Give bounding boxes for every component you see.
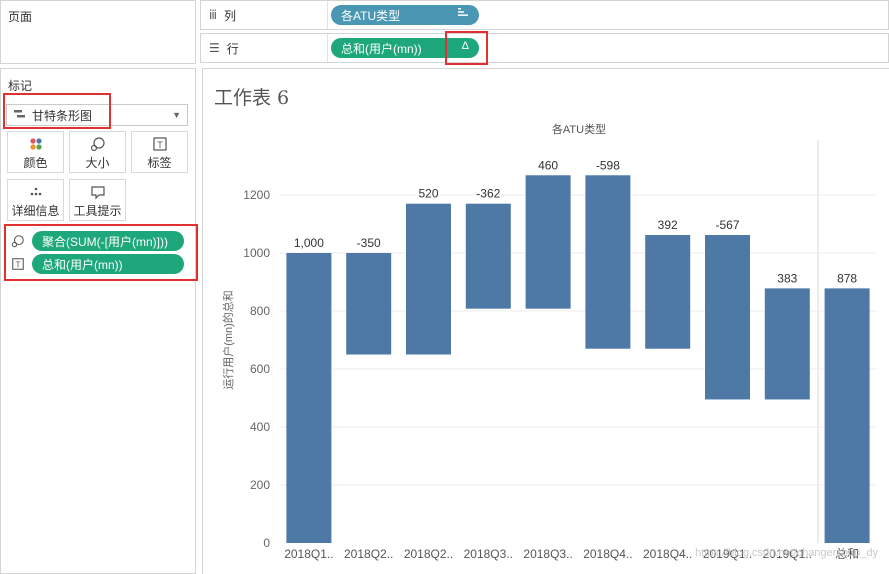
data-label: 520: [418, 187, 438, 201]
bar[interactable]: [286, 253, 332, 543]
waterfall-chart: 各ATU类型 运行用户(mn)的总和 0 200 400 600 800 1000 1200…: [221, 122, 878, 561]
bar[interactable]: [705, 235, 750, 400]
data-label: -598: [596, 158, 620, 172]
bar[interactable]: [824, 288, 870, 543]
chart-title: 各ATU类型: [552, 122, 606, 136]
y-axis-label: 运行用户(mn)的总和: [221, 290, 235, 390]
x-tick-label: 2018Q2..: [344, 547, 393, 561]
data-label: -350: [357, 236, 381, 250]
bar[interactable]: [465, 203, 511, 309]
bar[interactable]: [406, 203, 451, 355]
y-tick-label: 400: [250, 420, 270, 434]
data-label: 878: [837, 271, 857, 285]
x-tick-label: 2018Q2..: [404, 547, 453, 561]
bar[interactable]: [346, 253, 392, 355]
data-label: 383: [777, 271, 797, 285]
y-tick-label: 1000: [243, 246, 270, 260]
bar[interactable]: [585, 175, 631, 349]
data-label: 1,000: [294, 236, 324, 250]
x-tick-label: 2018Q4..: [643, 547, 692, 561]
y-tick-label: 800: [250, 304, 270, 318]
bar[interactable]: [525, 175, 571, 309]
data-label: 460: [538, 158, 558, 172]
y-tick-label: 600: [250, 362, 270, 376]
watermark: https://blog.csdn.net/changerzhuo_dy: [695, 547, 878, 559]
y-tick-label: 1200: [243, 188, 270, 202]
x-tick-label: 2018Q3..: [523, 547, 572, 561]
x-tick-label: 2018Q1..: [284, 547, 333, 561]
y-tick-label: 200: [250, 478, 270, 492]
x-tick-label: 2018Q3..: [464, 547, 513, 561]
bar[interactable]: [764, 288, 810, 400]
data-label: -567: [715, 218, 739, 232]
y-tick-label: 0: [263, 536, 270, 550]
x-tick-label: 2018Q4..: [583, 547, 632, 561]
data-label: 392: [658, 218, 678, 232]
data-label: -362: [476, 187, 500, 201]
bar[interactable]: [645, 235, 691, 349]
